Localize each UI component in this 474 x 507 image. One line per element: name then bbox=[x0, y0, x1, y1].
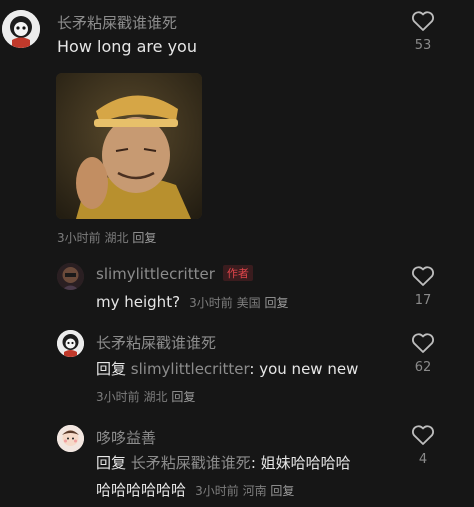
comment-meta: 3小时前 河南 回复 bbox=[195, 484, 294, 498]
like-count: 4 bbox=[418, 452, 428, 467]
heart-icon bbox=[412, 266, 434, 286]
location: 湖北 bbox=[143, 390, 168, 404]
username: slimylittlecritter 作者 bbox=[96, 265, 253, 283]
username[interactable]: 长矛粘屎戳谁谁死 bbox=[96, 332, 216, 353]
heart-icon bbox=[412, 11, 434, 31]
location: 河南 bbox=[242, 484, 267, 498]
timestamp: 3小时前 bbox=[195, 484, 239, 498]
reply-body: my height? 3小时前 美国 回复 bbox=[96, 292, 288, 311]
avatar[interactable] bbox=[57, 330, 84, 357]
avatar[interactable] bbox=[57, 425, 84, 452]
like-button[interactable]: 53 bbox=[410, 10, 436, 53]
like-button[interactable]: 62 bbox=[410, 332, 436, 375]
reply-button[interactable]: 回复 bbox=[264, 296, 288, 310]
timestamp: 3小时前 bbox=[57, 231, 101, 245]
mention-link[interactable]: 长矛粘屎戳谁谁死 bbox=[131, 454, 251, 472]
username[interactable]: 长矛粘屎戳谁谁死 bbox=[57, 12, 177, 33]
author-badge: 作者 bbox=[222, 265, 253, 281]
like-count: 53 bbox=[414, 38, 432, 53]
like-count: 62 bbox=[414, 360, 432, 375]
username-link[interactable]: slimylittlecritter bbox=[96, 265, 215, 283]
timestamp: 3小时前 bbox=[189, 296, 233, 310]
location: 湖北 bbox=[104, 231, 129, 245]
reply-button[interactable]: 回复 bbox=[132, 231, 156, 245]
username[interactable]: 哆哆益善 bbox=[96, 427, 156, 448]
comment-text: 回复 slimylittlecritter: you new new bbox=[96, 358, 358, 379]
like-button[interactable]: 17 bbox=[410, 265, 436, 308]
timestamp: 3小时前 bbox=[96, 390, 140, 404]
reply-prefix: 回复 bbox=[96, 454, 127, 472]
comment-body-continued: 哈哈哈哈哈哈 bbox=[96, 481, 187, 499]
comment-meta: 3小时前 湖北 回复 bbox=[57, 229, 156, 246]
comment-meta: 3小时前 湖北 回复 bbox=[96, 388, 195, 405]
heart-icon bbox=[412, 425, 434, 445]
comment-text-line2: 哈哈哈哈哈哈 3小时前 河南 回复 bbox=[96, 479, 294, 500]
comment-body: : you new new bbox=[249, 360, 359, 378]
reply-button[interactable]: 回复 bbox=[270, 484, 294, 498]
comment-meta: 3小时前 美国 回复 bbox=[189, 296, 288, 310]
avatar[interactable] bbox=[57, 263, 84, 290]
meme-photo[interactable] bbox=[56, 73, 202, 219]
avatar[interactable] bbox=[2, 10, 40, 48]
comment-body: : 姐妹哈哈哈哈 bbox=[250, 454, 351, 472]
reply-prefix: 回复 bbox=[96, 360, 127, 378]
reply-button[interactable]: 回复 bbox=[171, 390, 195, 404]
mention-link[interactable]: slimylittlecritter bbox=[131, 360, 250, 378]
heart-icon bbox=[412, 333, 434, 353]
like-count: 17 bbox=[414, 293, 432, 308]
comment-text: 回复 长矛粘屎戳谁谁死: 姐妹哈哈哈哈 bbox=[96, 452, 351, 473]
location: 美国 bbox=[236, 296, 261, 310]
like-button[interactable]: 4 bbox=[410, 424, 436, 467]
comment-text: How long are you bbox=[57, 37, 197, 56]
comment-text: my height? bbox=[96, 293, 181, 311]
